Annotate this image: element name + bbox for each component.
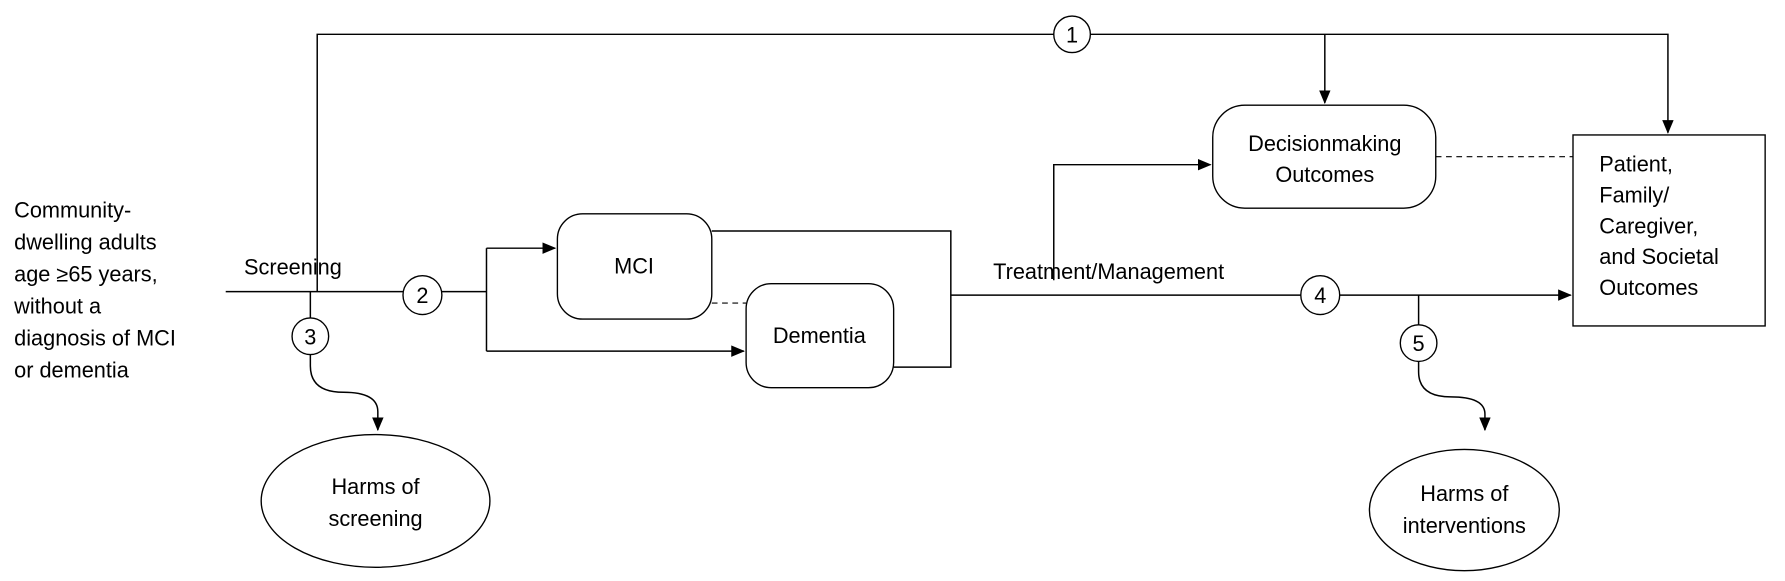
- mci-label: MCI: [614, 253, 654, 278]
- arrow-to-harms-screening: [309, 354, 384, 432]
- treatment-label: Treatment/Management: [993, 259, 1224, 284]
- outcomes-label: Patient,: [1599, 152, 1673, 177]
- population-line: age ≥65 years,: [14, 261, 158, 286]
- kq1-label: 1: [1066, 22, 1078, 47]
- outcomes-label: Caregiver,: [1599, 213, 1698, 238]
- decision-label: Decisionmaking: [1248, 131, 1401, 156]
- harms-screening-label: Harms of: [331, 474, 420, 499]
- kq5-label: 5: [1413, 331, 1425, 356]
- outcomes-label: Family/: [1599, 182, 1670, 207]
- kq2-label: 2: [416, 283, 428, 308]
- kq4-label: 4: [1314, 283, 1326, 308]
- decision-box: [1212, 104, 1437, 209]
- population-line: diagnosis of MCI: [14, 325, 176, 350]
- outcomes-label: Outcomes: [1599, 275, 1698, 300]
- population-label: Community- dwelling adults age ≥65 years…: [13, 197, 176, 382]
- harms-interventions-ellipse: [1368, 448, 1560, 572]
- dementia-label: Dementia: [773, 323, 867, 348]
- harms-interventions-label: interventions: [1403, 513, 1526, 538]
- harms-interventions-label: Harms of: [1420, 481, 1509, 506]
- kq3-label: 3: [304, 324, 316, 349]
- analytic-framework-diagram: Community- dwelling adults age ≥65 years…: [13, 15, 1766, 572]
- decision-label: Outcomes: [1275, 162, 1374, 187]
- population-line: Community-: [14, 197, 131, 222]
- harms-screening-label: screening: [328, 506, 422, 531]
- population-line: dwelling adults: [14, 229, 157, 254]
- population-line: without a: [13, 293, 102, 318]
- outcomes-label: and Societal: [1599, 244, 1719, 269]
- population-line: or dementia: [14, 357, 130, 382]
- arrow-to-harms-interventions: [1417, 361, 1491, 432]
- harms-screening-ellipse: [260, 433, 491, 568]
- screening-label: Screening: [244, 254, 342, 279]
